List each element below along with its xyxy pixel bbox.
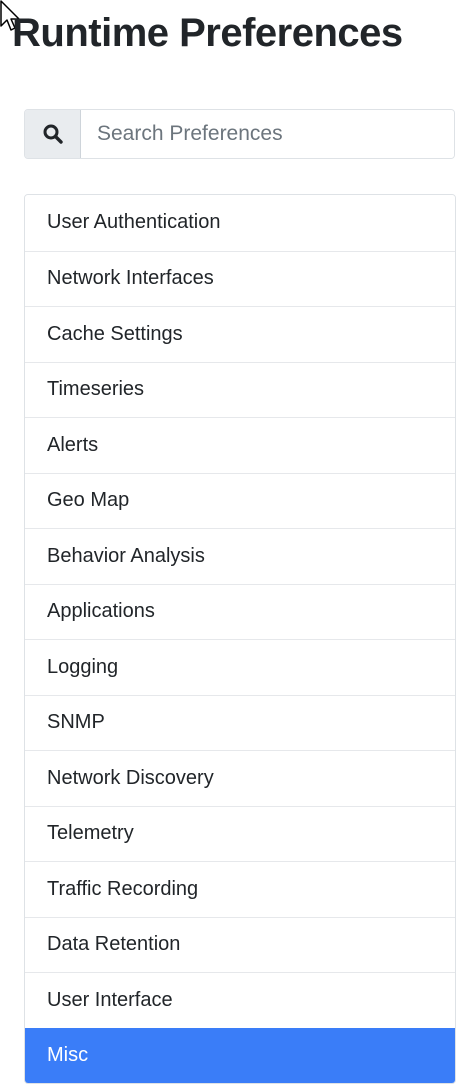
pref-item-traffic-recording[interactable]: Traffic Recording xyxy=(25,861,455,917)
runtime-preferences-page: Runtime Preferences User Authentication … xyxy=(0,0,475,1089)
pref-item-network-discovery[interactable]: Network Discovery xyxy=(25,750,455,806)
pref-item-network-interfaces[interactable]: Network Interfaces xyxy=(25,250,455,306)
pref-item-geo-map[interactable]: Geo Map xyxy=(25,472,455,528)
pref-item-telemetry[interactable]: Telemetry xyxy=(25,805,455,861)
pref-item-behavior-analysis[interactable]: Behavior Analysis xyxy=(25,528,455,584)
pref-item-misc[interactable]: Misc xyxy=(25,1027,455,1083)
pref-item-applications[interactable]: Applications xyxy=(25,583,455,639)
preferences-menu: User Authentication Network Interfaces C… xyxy=(24,194,456,1084)
search-bar xyxy=(24,109,455,159)
pref-item-user-authentication[interactable]: User Authentication xyxy=(25,195,455,251)
pref-item-data-retention[interactable]: Data Retention xyxy=(25,916,455,972)
page-title: Runtime Preferences xyxy=(12,11,403,55)
search-icon xyxy=(43,124,63,144)
pref-item-user-interface[interactable]: User Interface xyxy=(25,972,455,1028)
pref-item-timeseries[interactable]: Timeseries xyxy=(25,361,455,417)
search-preferences-input[interactable] xyxy=(81,110,454,158)
pref-item-cache-settings[interactable]: Cache Settings xyxy=(25,306,455,362)
search-addon[interactable] xyxy=(25,110,81,158)
pref-item-logging[interactable]: Logging xyxy=(25,639,455,695)
pref-item-snmp[interactable]: SNMP xyxy=(25,694,455,750)
pref-item-alerts[interactable]: Alerts xyxy=(25,417,455,473)
